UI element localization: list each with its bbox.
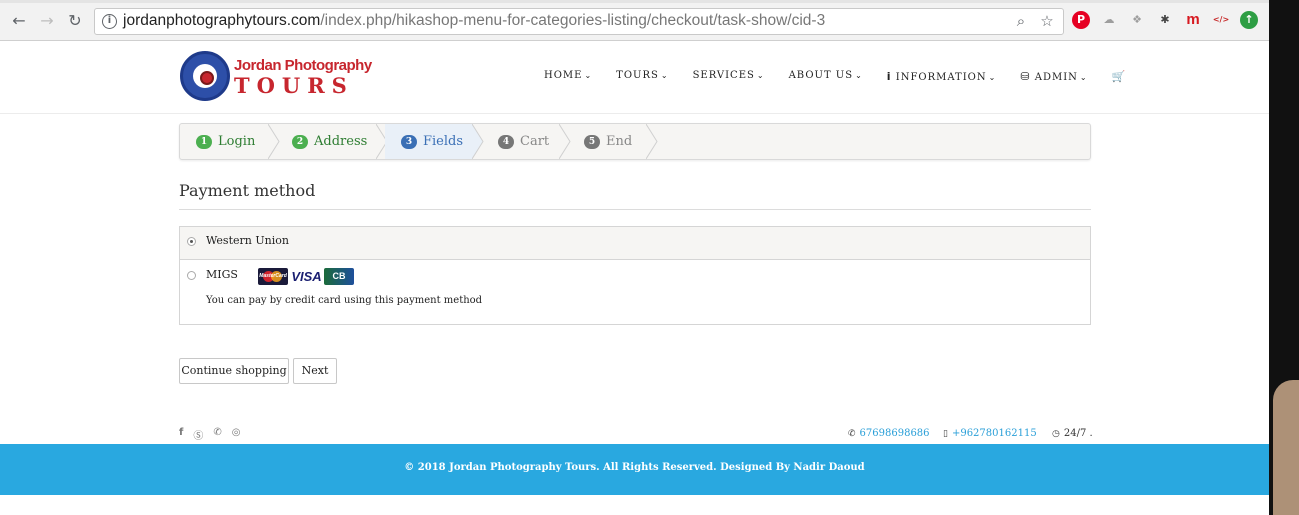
mastercard-logo: MasterCard bbox=[258, 268, 288, 285]
upload-icon[interactable]: ↑ bbox=[1240, 11, 1258, 29]
site-logo[interactable]: Jordan Photography TOURS bbox=[180, 51, 372, 103]
mobile-icon: ▯ bbox=[943, 429, 948, 439]
step-label: Login bbox=[218, 134, 256, 149]
western-union-radio[interactable] bbox=[187, 237, 196, 246]
mobile-contact[interactable]: ▯ +962780162115 bbox=[943, 428, 1037, 439]
payment-option-label[interactable]: MIGS bbox=[206, 268, 238, 281]
step-number: 5 bbox=[584, 135, 600, 149]
step-login[interactable]: 1 Login bbox=[180, 124, 274, 159]
migs-radio[interactable] bbox=[187, 271, 196, 280]
mobile-number[interactable]: +962780162115 bbox=[952, 428, 1037, 439]
step-number: 2 bbox=[292, 135, 308, 149]
step-label: End bbox=[606, 134, 633, 149]
hours-info: ◷ 24/7 . bbox=[1052, 428, 1093, 439]
chevron-down-icon: ⌄ bbox=[988, 73, 997, 82]
payment-method-heading: Payment method bbox=[179, 181, 316, 200]
step-address[interactable]: 2 Address bbox=[276, 124, 378, 159]
payment-methods-list: Western Union MIGS MasterCard VISA CB Yo… bbox=[179, 226, 1091, 325]
cart-icon: 🛒 bbox=[1111, 70, 1127, 83]
step-cart[interactable]: 4 Cart bbox=[482, 124, 562, 159]
instagram-icon[interactable]: ◎ bbox=[232, 427, 241, 442]
step-number: 1 bbox=[196, 135, 212, 149]
mendeley-icon[interactable]: m bbox=[1184, 11, 1202, 29]
tab-strip bbox=[0, 0, 1269, 3]
chevron-down-icon: ⌄ bbox=[756, 71, 765, 80]
code-icon[interactable]: </> bbox=[1212, 11, 1230, 29]
database-icon: ⛁ bbox=[1020, 70, 1031, 83]
checkout-steps: 1 Login 2 Address 3 Fields 4 Cart 5 End bbox=[179, 123, 1091, 160]
hours-text: 24/7 . bbox=[1063, 428, 1093, 439]
whatsapp-icon[interactable]: ✆ bbox=[213, 427, 221, 442]
step-label: Address bbox=[314, 134, 368, 149]
nav-admin[interactable]: ⛁ ADMIN ⌄ bbox=[1020, 70, 1087, 83]
footer-bar: © 2018 Jordan Photography Tours. All Rig… bbox=[0, 444, 1269, 495]
chevron-down-icon: ⌄ bbox=[855, 71, 863, 80]
nav-information[interactable]: i INFORMATION ⌄ bbox=[887, 70, 997, 83]
continue-shopping-button[interactable]: Continue shopping bbox=[179, 358, 289, 384]
chevron-down-icon: ⌄ bbox=[1079, 73, 1088, 82]
next-button[interactable]: Next bbox=[293, 358, 337, 384]
chevron-down-icon: ⌄ bbox=[660, 71, 669, 80]
back-icon[interactable]: ← bbox=[9, 11, 29, 31]
desktop-edge bbox=[1269, 0, 1299, 515]
site-info-icon[interactable]: i bbox=[102, 14, 117, 29]
chevron-down-icon: ⌄ bbox=[584, 71, 593, 80]
cb-logo: CB bbox=[324, 268, 354, 285]
url-text[interactable]: jordanphotographytours.com/index.php/hik… bbox=[123, 12, 825, 30]
url-path: /index.php/hikashop-menu-for-categories-… bbox=[320, 12, 826, 29]
zoom-icon[interactable]: ⌕ bbox=[1012, 12, 1030, 30]
step-fields[interactable]: 3 Fields bbox=[385, 124, 473, 159]
logo-line-1: Jordan Photography bbox=[234, 57, 372, 74]
logo-line-2: TOURS bbox=[234, 73, 354, 98]
step-end[interactable]: 5 End bbox=[568, 124, 648, 159]
visa-logo: VISA bbox=[291, 268, 322, 285]
nav-cart[interactable]: 🛒 bbox=[1112, 70, 1127, 83]
address-bar[interactable]: i jordanphotographytours.com/index.php/h… bbox=[94, 8, 1064, 35]
site-header: Jordan Photography TOURS HOME ⌄ TOURS ⌄ SE… bbox=[0, 41, 1269, 114]
info-icon: i bbox=[886, 70, 892, 83]
skype-icon[interactable]: Ⓢ bbox=[193, 427, 203, 442]
phone-icon: ✆ bbox=[848, 429, 856, 439]
payment-option-western-union[interactable]: Western Union bbox=[180, 227, 1090, 260]
step-number: 3 bbox=[401, 135, 417, 149]
dropbox-icon[interactable]: ❖ bbox=[1128, 11, 1146, 29]
phone-number[interactable]: 67698698686 bbox=[860, 428, 930, 439]
step-separator-icon bbox=[646, 124, 658, 159]
url-host: jordanphotographytours.com bbox=[123, 12, 321, 29]
reload-icon[interactable]: ↻ bbox=[65, 11, 85, 31]
nav-services[interactable]: SERVICES ⌄ bbox=[693, 70, 765, 83]
nav-tours[interactable]: TOURS ⌄ bbox=[616, 70, 668, 83]
step-label: Fields bbox=[423, 134, 464, 149]
payment-option-description: You can pay by credit card using this pa… bbox=[206, 295, 483, 306]
camera-aperture-icon bbox=[180, 51, 230, 101]
divider bbox=[179, 209, 1091, 210]
step-number: 4 bbox=[498, 135, 514, 149]
main-navigation: HOME ⌄ TOURS ⌄ SERVICES ⌄ ABOUT US ⌄ i INFOR… bbox=[544, 70, 1150, 83]
cloud-icon[interactable]: ☁ bbox=[1100, 11, 1118, 29]
phone-contact[interactable]: ✆ 67698698686 bbox=[848, 428, 930, 439]
social-links: f Ⓢ ✆ ◎ bbox=[179, 427, 240, 442]
pinterest-icon[interactable]: P bbox=[1072, 11, 1090, 29]
browser-toolbar: ← → ↻ i jordanphotographytours.com/index… bbox=[0, 0, 1269, 41]
clock-icon: ◷ bbox=[1052, 429, 1060, 439]
nav-about-us[interactable]: ABOUT US ⌄ bbox=[789, 70, 863, 83]
nav-home[interactable]: HOME ⌄ bbox=[544, 70, 592, 83]
payment-option-label: Western Union bbox=[206, 234, 289, 247]
bug-icon[interactable]: ✱ bbox=[1156, 11, 1174, 29]
bookmark-star-icon[interactable]: ☆ bbox=[1038, 12, 1056, 30]
copyright-text: © 2018 Jordan Photography Tours. All Rig… bbox=[404, 462, 865, 473]
forward-icon[interactable]: → bbox=[37, 11, 57, 31]
step-label: Cart bbox=[520, 134, 550, 149]
facebook-icon[interactable]: f bbox=[179, 427, 183, 442]
